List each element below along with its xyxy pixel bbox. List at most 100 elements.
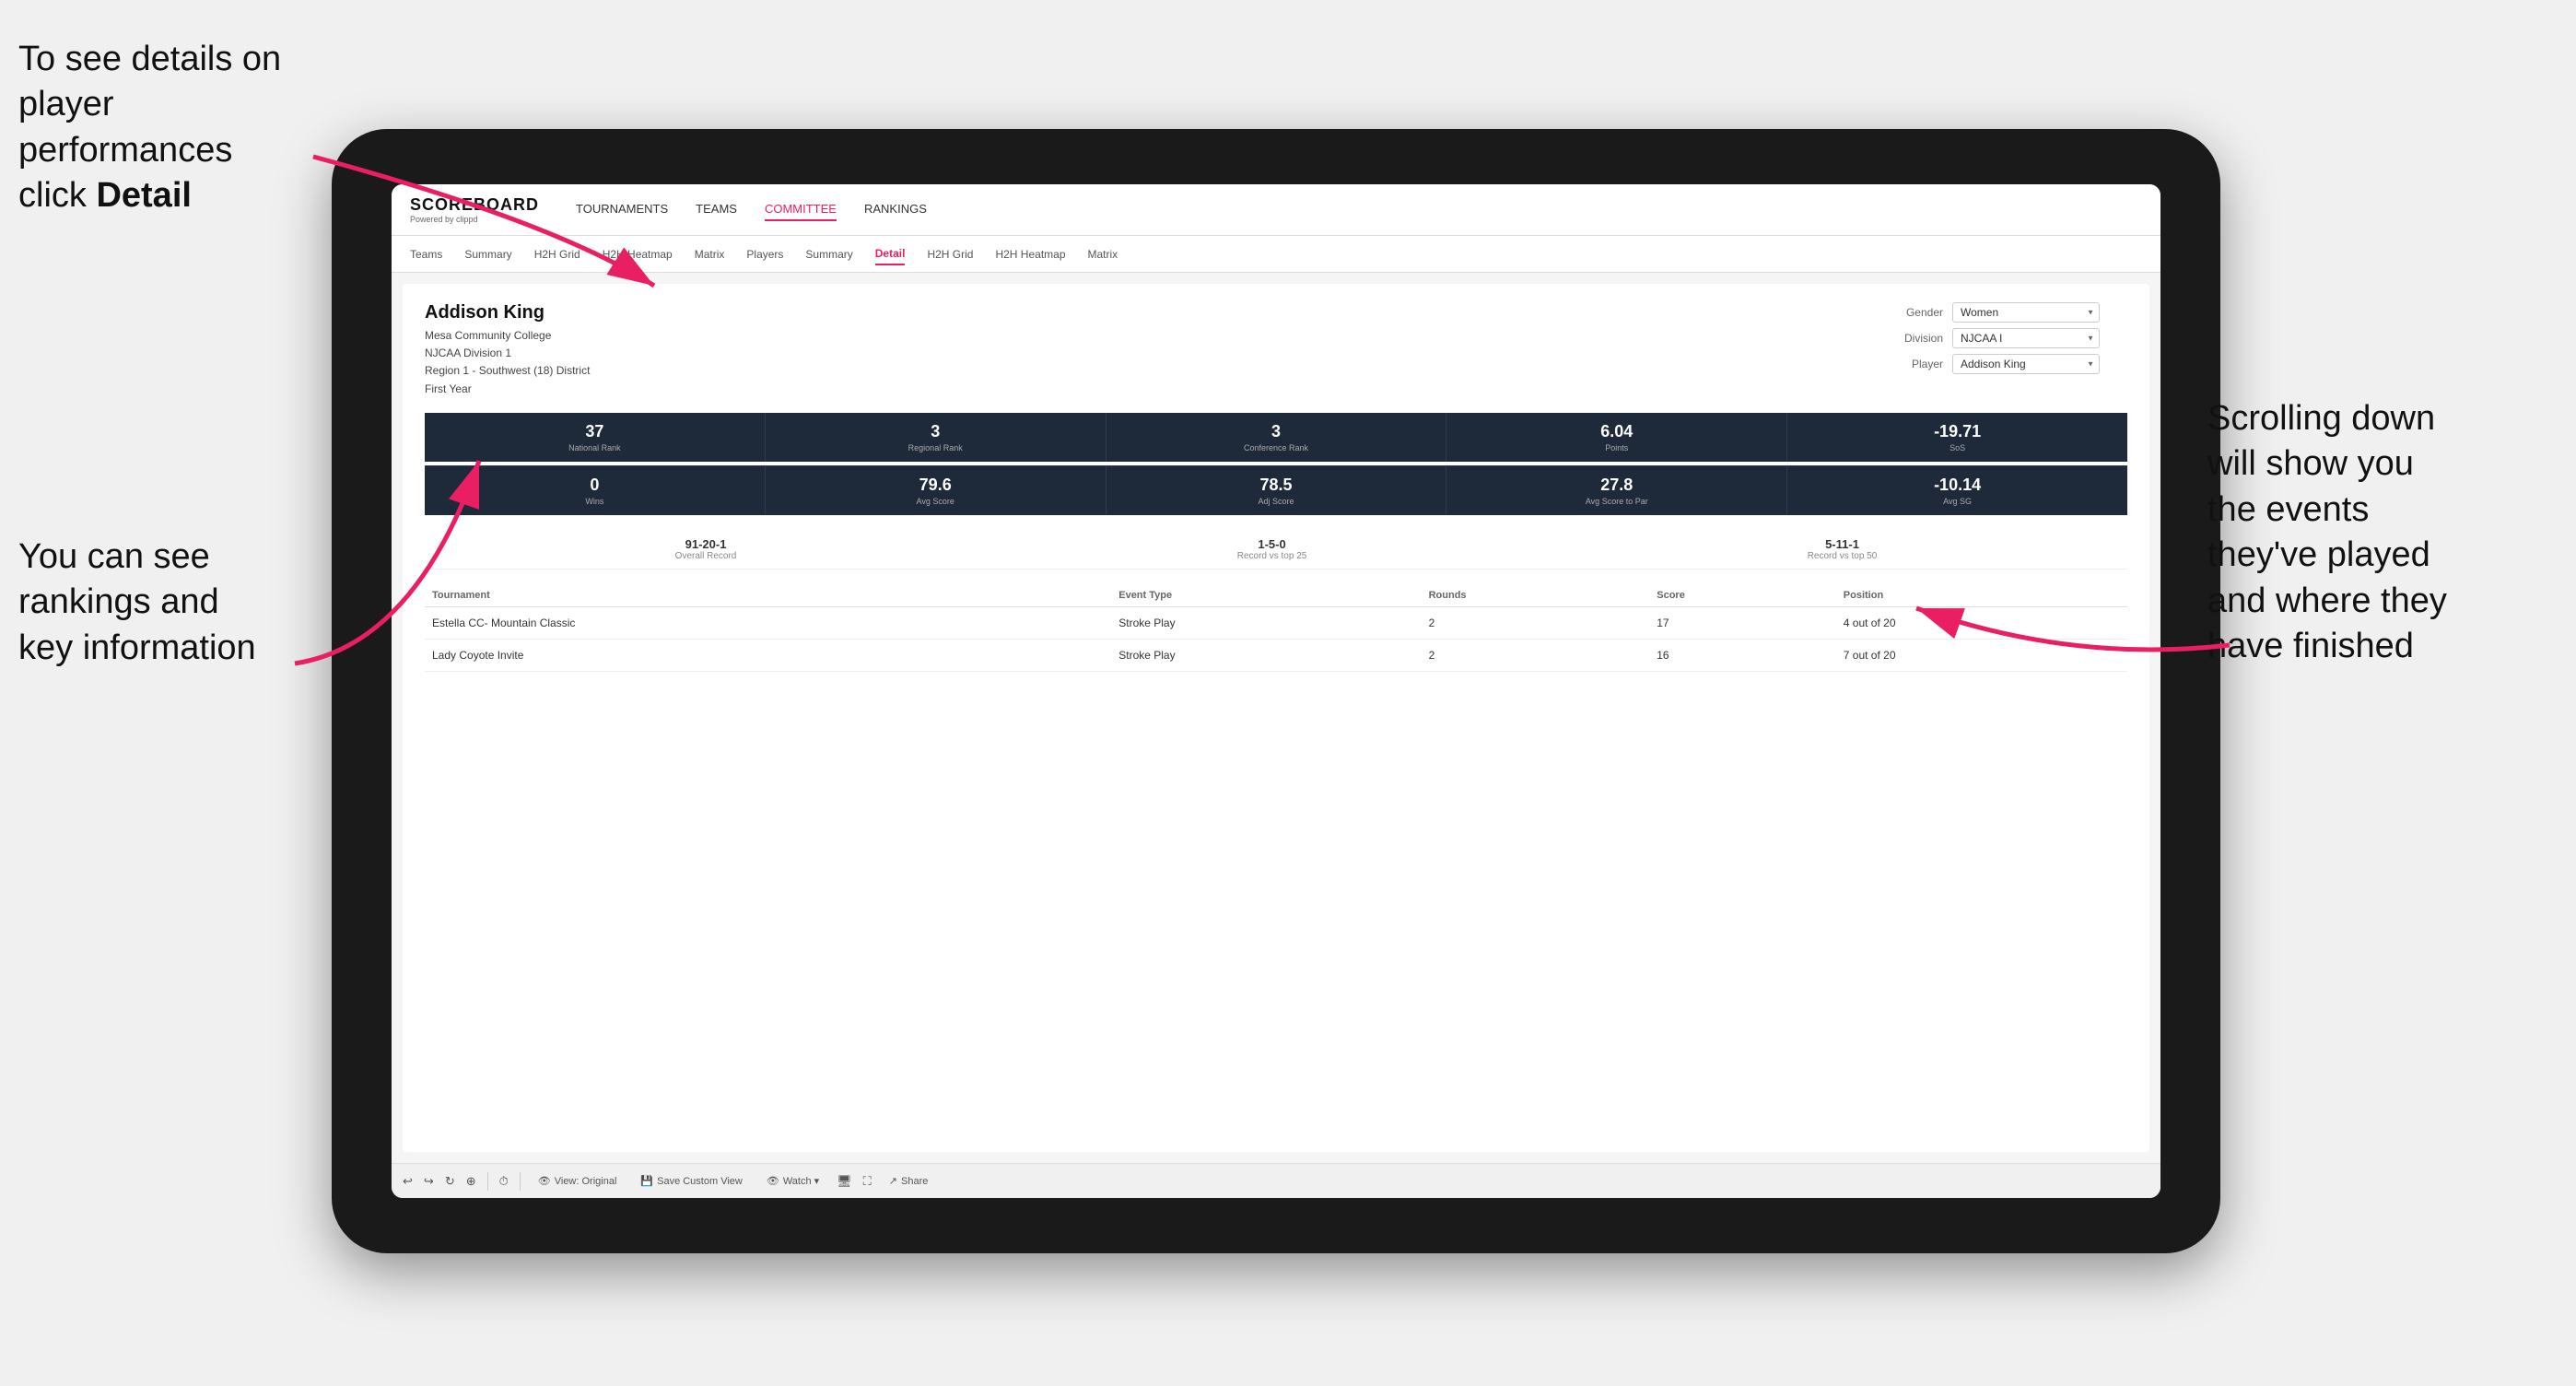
division-select[interactable]: NJCAA I — [1952, 328, 2100, 348]
row2-event-type: Stroke Play — [1111, 639, 1421, 671]
stat-adj-score-value: 78.5 — [1118, 476, 1435, 495]
gender-control: Gender Women — [1888, 302, 2127, 323]
player-select[interactable]: Addison King — [1952, 354, 2100, 374]
refresh-icon[interactable]: ↻ — [445, 1174, 455, 1189]
expand-icon[interactable]: ⛶ — [863, 1174, 872, 1189]
gender-select[interactable]: Women — [1952, 302, 2100, 323]
stat-avg-score-label: Avg Score — [777, 497, 1095, 506]
stat-conference-rank: 3 Conference Rank — [1107, 413, 1447, 462]
stat-national-rank: 37 National Rank — [425, 413, 766, 462]
subnav-summary2[interactable]: Summary — [805, 244, 852, 264]
annotation-topleft-line1: To see details on — [18, 40, 281, 78]
subnav-matrix[interactable]: Matrix — [695, 244, 725, 264]
stat-points: 6.04 Points — [1446, 413, 1787, 462]
table-body: Estella CC- Mountain Classic Stroke Play… — [425, 606, 2127, 671]
player-header: Addison King Mesa Community College NJCA… — [425, 302, 2127, 398]
gender-label: Gender — [1888, 306, 1943, 319]
record-top50-label: Record vs top 50 — [1808, 551, 1878, 561]
player-year: First Year — [425, 382, 472, 395]
logo-sub: Powered by clippd — [410, 215, 539, 224]
subnav-detail[interactable]: Detail — [875, 243, 906, 265]
subnav-players[interactable]: Players — [746, 244, 783, 264]
row2-tournament: Lady Coyote Invite — [425, 639, 1111, 671]
stat-wins-value: 0 — [436, 476, 754, 495]
content-panel: Addison King Mesa Community College NJCA… — [403, 284, 2149, 1152]
stat-sos: -19.71 SoS — [1787, 413, 2127, 462]
annotation-right-line3: the events — [2207, 490, 2369, 529]
stat-avg-sg-label: Avg SG — [1798, 497, 2116, 506]
subnav-teams[interactable]: Teams — [410, 244, 442, 264]
stat-adj-score-label: Adj Score — [1118, 497, 1435, 506]
annotation-right-line6: have finished — [2207, 627, 2414, 665]
stat-wins-label: Wins — [436, 497, 754, 506]
col-score: Score — [1649, 584, 1836, 607]
row1-rounds: 2 — [1422, 606, 1650, 639]
stat-avg-score-to-par: 27.8 Avg Score to Par — [1446, 465, 1787, 515]
row2-position: 7 out of 20 — [1836, 639, 2127, 671]
stat-points-value: 6.04 — [1458, 422, 1775, 441]
save-custom-view-btn[interactable]: 💾 Save Custom View — [634, 1171, 748, 1191]
records-row: 91-20-1 Overall Record 1-5-0 Record vs t… — [425, 530, 2127, 570]
stat-national-rank-label: National Rank — [436, 443, 754, 452]
division-label: Division — [1888, 332, 1943, 345]
stat-avg-sg-value: -10.14 — [1798, 476, 2116, 495]
subnav-matrix2[interactable]: Matrix — [1088, 244, 1118, 264]
stat-avg-score: 79.6 Avg Score — [766, 465, 1107, 515]
stat-regional-rank-label: Regional Rank — [777, 443, 1095, 452]
annotation-topleft-line2: player performances — [18, 85, 232, 169]
share-btn[interactable]: ↗ Share — [883, 1171, 935, 1191]
subnav-h2h-heatmap2[interactable]: H2H Heatmap — [995, 244, 1065, 264]
player-school: Mesa Community College — [425, 329, 551, 342]
annotation-right-line2: will show you — [2207, 444, 2414, 483]
player-info: Addison King Mesa Community College NJCA… — [425, 302, 590, 398]
undo-icon[interactable]: ↩ — [403, 1174, 413, 1189]
row1-position: 4 out of 20 — [1836, 606, 2127, 639]
logo-area: SCOREBOARD Powered by clippd — [410, 195, 539, 224]
record-top25: 1-5-0 Record vs top 25 — [1237, 537, 1307, 561]
col-tournament: Tournament — [425, 584, 1111, 607]
bottom-toolbar: ↩ ↪ ↻ ⊕ ⏱ 👁 View: Original 💾 Save Custom… — [392, 1163, 2160, 1198]
annotation-topleft-line3-prefix: click — [18, 176, 96, 215]
player-control: Player Addison King — [1888, 354, 2127, 374]
nav-rankings[interactable]: RANKINGS — [864, 198, 927, 221]
nav-tournaments[interactable]: TOURNAMENTS — [576, 198, 668, 221]
tournament-table: Tournament Event Type Rounds Score Posit… — [425, 584, 2127, 672]
screen-icon[interactable]: 🖥 — [837, 1174, 852, 1189]
view-original-btn[interactable]: 👁 View: Original — [532, 1171, 624, 1191]
stat-points-label: Points — [1458, 443, 1775, 452]
stat-conference-rank-value: 3 — [1118, 422, 1435, 441]
watch-btn[interactable]: 👁 Watch ▾ — [760, 1171, 825, 1191]
nav-committee[interactable]: COMMITTEE — [765, 198, 837, 221]
top-nav: SCOREBOARD Powered by clippd TOURNAMENTS… — [392, 184, 2160, 236]
subnav-h2h-heatmap[interactable]: H2H Heatmap — [603, 244, 673, 264]
subnav-h2h-grid[interactable]: H2H Grid — [534, 244, 580, 264]
annotation-topleft-bold: Detail — [96, 176, 191, 215]
nav-teams[interactable]: TEAMS — [696, 198, 737, 221]
row1-tournament: Estella CC- Mountain Classic — [425, 606, 1111, 639]
player-label: Player — [1888, 358, 1943, 370]
zoom-icon[interactable]: ⊕ — [466, 1174, 476, 1189]
player-select-wrapper: Addison King — [1952, 354, 2100, 374]
annotation-topleft: To see details on player performances cl… — [18, 37, 332, 219]
player-controls: Gender Women Division NJCAA — [1888, 302, 2127, 374]
stat-regional-rank: 3 Regional Rank — [766, 413, 1107, 462]
table-row: Lady Coyote Invite Stroke Play 2 16 7 ou… — [425, 639, 2127, 671]
record-overall-value: 91-20-1 — [675, 537, 737, 551]
row2-score: 16 — [1649, 639, 1836, 671]
subnav-h2h-grid2[interactable]: H2H Grid — [927, 244, 973, 264]
redo-icon[interactable]: ↪ — [424, 1174, 434, 1189]
subnav-summary[interactable]: Summary — [464, 244, 511, 264]
gender-select-wrapper: Women — [1952, 302, 2100, 323]
annotation-bottomleft-line2: rankings and — [18, 582, 219, 621]
record-overall-label: Overall Record — [675, 551, 737, 561]
col-rounds: Rounds — [1422, 584, 1650, 607]
player-region: Region 1 - Southwest (18) District — [425, 364, 590, 377]
table-header-row: Tournament Event Type Rounds Score Posit… — [425, 584, 2127, 607]
stat-conference-rank-label: Conference Rank — [1118, 443, 1435, 452]
view-icon: 👁 — [538, 1175, 551, 1187]
sub-nav: Teams Summary H2H Grid H2H Heatmap Matri… — [392, 236, 2160, 273]
stat-regional-rank-value: 3 — [777, 422, 1095, 441]
tablet: SCOREBOARD Powered by clippd TOURNAMENTS… — [332, 129, 2220, 1253]
clock-icon[interactable]: ⏱ — [499, 1174, 509, 1189]
tablet-screen: SCOREBOARD Powered by clippd TOURNAMENTS… — [392, 184, 2160, 1198]
